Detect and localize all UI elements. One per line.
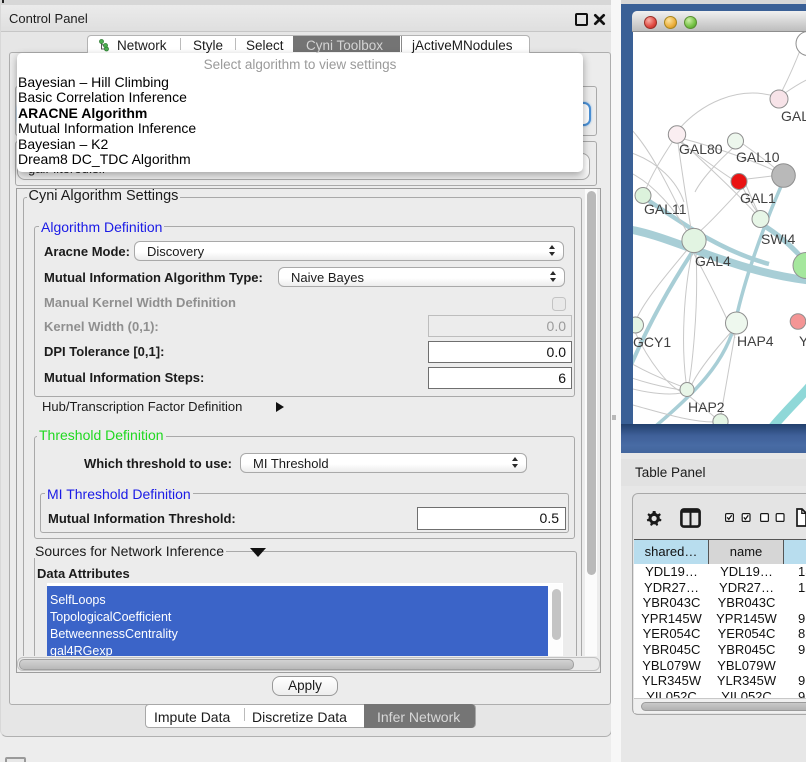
svg-text:GAL1: GAL1 — [740, 190, 776, 206]
svg-text:GAL10: GAL10 — [736, 149, 780, 165]
svg-text:HAP2: HAP2 — [688, 399, 725, 415]
svg-text:HAP4: HAP4 — [737, 333, 774, 349]
svg-text:GCY1: GCY1 — [633, 334, 671, 350]
svg-text:GAL4: GAL4 — [695, 253, 731, 269]
svg-text:Y: Y — [799, 333, 806, 349]
svg-text:GAL7: GAL7 — [781, 108, 806, 124]
svg-text:GAL11: GAL11 — [644, 201, 687, 217]
svg-text:SWI4: SWI4 — [761, 231, 795, 247]
svg-text:GAL80: GAL80 — [679, 141, 723, 157]
